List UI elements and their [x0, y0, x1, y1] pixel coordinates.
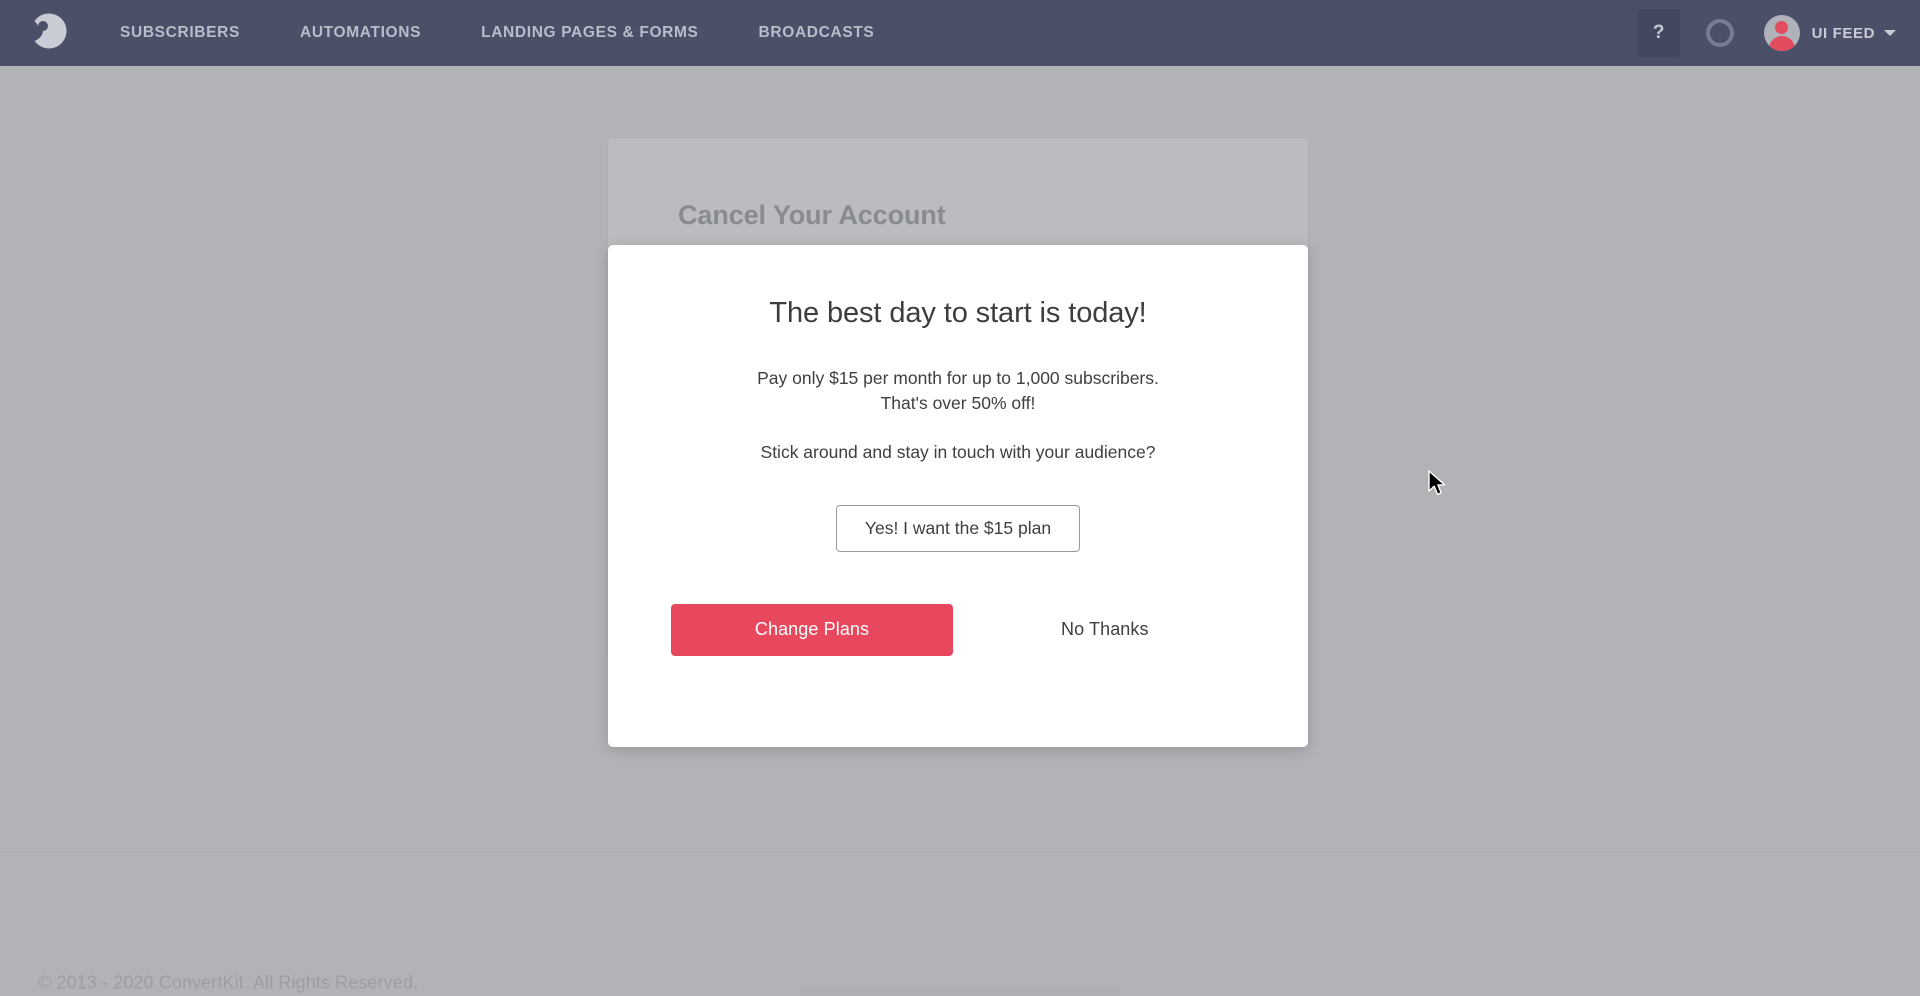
- navbar-right-group: ? UI FEED: [1637, 0, 1920, 66]
- convertkit-logo[interactable]: [0, 0, 96, 66]
- modal-subtext-line-2: That's over 50% off!: [880, 392, 1036, 413]
- nav-link-automations[interactable]: AUTOMATIONS: [300, 24, 421, 42]
- account-menu[interactable]: UI FEED: [1763, 15, 1896, 51]
- modal-action-row: Change Plans No Thanks: [608, 603, 1308, 656]
- nav-link-landing-pages-and-forms[interactable]: LANDING PAGES & FORMS: [481, 24, 698, 42]
- accept-plan-button[interactable]: Yes! I want the $15 plan: [835, 504, 1081, 552]
- primary-navigation: SUBSCRIBERS AUTOMATIONS LANDING PAGES & …: [120, 0, 934, 66]
- account-name-label: UI FEED: [1811, 24, 1875, 42]
- avatar-head-shape: [1775, 21, 1789, 34]
- avatar-body-shape: [1768, 36, 1795, 51]
- change-plans-button[interactable]: Change Plans: [671, 603, 953, 656]
- nav-link-subscribers[interactable]: SUBSCRIBERS: [120, 24, 240, 42]
- modal-question: Stick around and stay in touch with your…: [760, 441, 1156, 462]
- nav-link-broadcasts[interactable]: BROADCASTS: [759, 24, 875, 42]
- modal-subtext: Pay only $15 per month for up to 1,000 s…: [757, 366, 1159, 416]
- loading-ring-icon[interactable]: [1705, 19, 1734, 47]
- help-button[interactable]: ?: [1637, 9, 1680, 57]
- no-thanks-button[interactable]: No Thanks: [1061, 619, 1149, 640]
- user-avatar-icon: [1763, 15, 1800, 51]
- modal-subtext-line-1: Pay only $15 per month for up to 1,000 s…: [757, 368, 1159, 388]
- question-mark-icon: ?: [1652, 22, 1665, 43]
- convertkit-logo-icon: [27, 10, 69, 57]
- top-navbar: SUBSCRIBERS AUTOMATIONS LANDING PAGES & …: [0, 0, 1920, 66]
- stay-offer-modal: The best day to start is today! Pay only…: [608, 245, 1308, 747]
- modal-heading: The best day to start is today!: [769, 297, 1147, 329]
- chevron-down-icon: [1884, 30, 1896, 36]
